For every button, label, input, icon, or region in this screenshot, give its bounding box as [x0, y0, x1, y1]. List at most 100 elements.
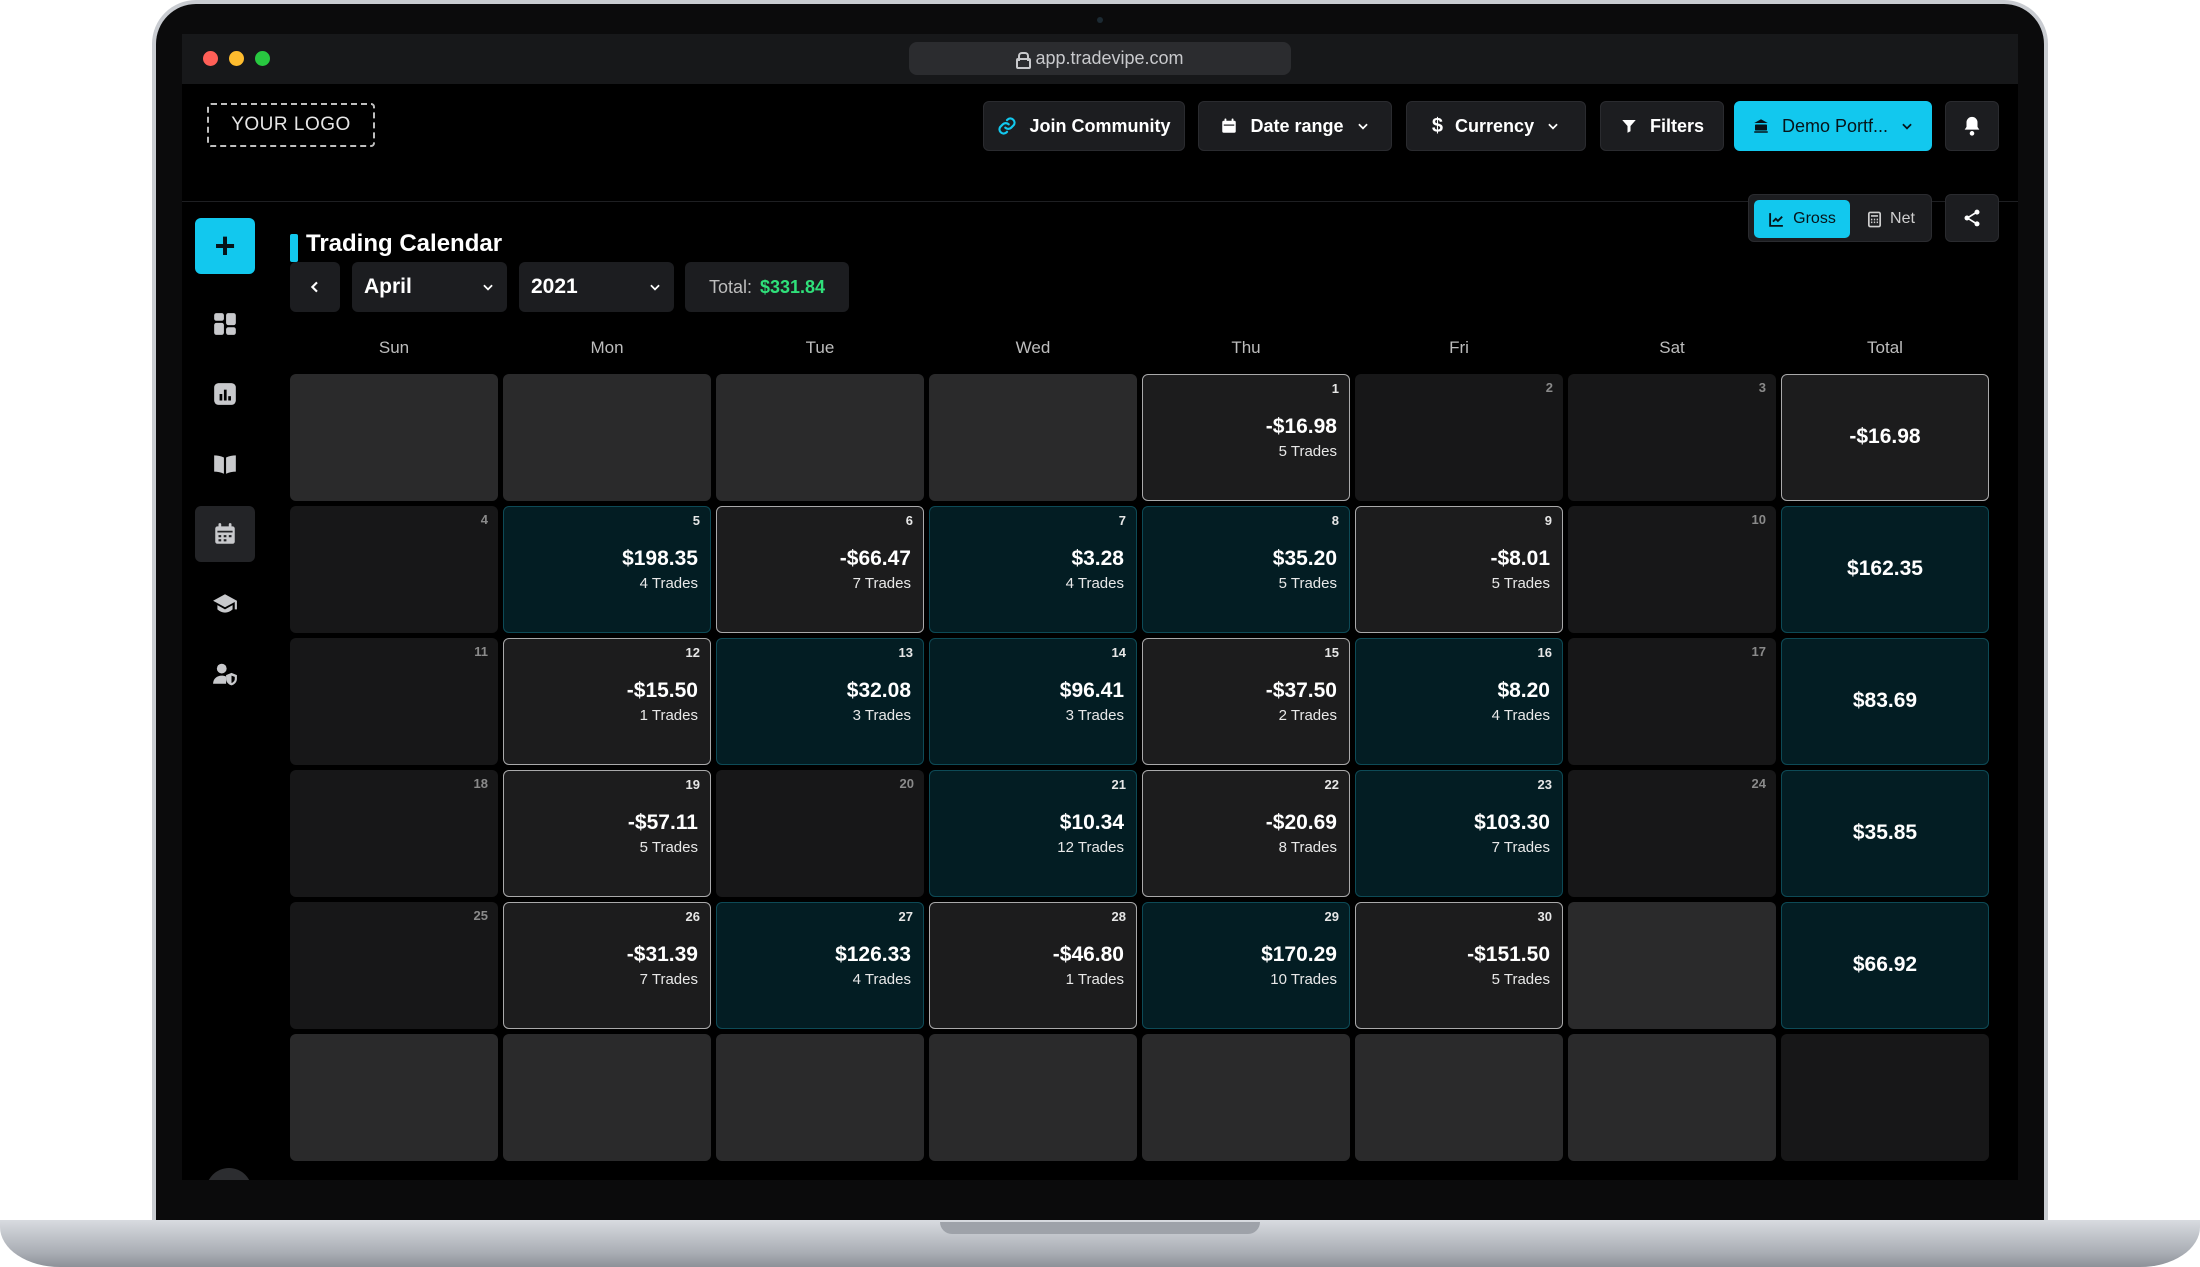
- day-cell: [1568, 1034, 1776, 1161]
- notifications-button[interactable]: [1945, 101, 1999, 151]
- day-pnl: -$31.39: [626, 943, 698, 966]
- previous-month-button[interactable]: [290, 262, 340, 312]
- day-cell: [503, 1034, 711, 1161]
- day-cell[interactable]: 20: [716, 770, 924, 897]
- sidebar-item-dashboard[interactable]: [195, 296, 255, 352]
- sidebar-item-calendar[interactable]: [195, 506, 255, 562]
- day-cell[interactable]: 12 -$15.50 1 Trades: [503, 638, 711, 765]
- day-cell[interactable]: 22 -$20.69 8 Trades: [1142, 770, 1350, 897]
- day-cell[interactable]: 27 $126.33 4 Trades: [716, 902, 924, 1029]
- day-trade-count: 5 Trades: [1491, 575, 1550, 592]
- day-cell[interactable]: 14 $96.41 3 Trades: [929, 638, 1137, 765]
- day-cell: [1568, 902, 1776, 1029]
- sidebar-item-journal[interactable]: [195, 436, 255, 492]
- lock-icon: [1016, 52, 1032, 69]
- join-community-button[interactable]: Join Community: [983, 101, 1185, 151]
- screen: app.tradevipe.com YOUR LOGO Join Communi…: [182, 34, 2018, 1180]
- currency-dropdown[interactable]: $ Currency: [1406, 101, 1586, 151]
- day-cell: [716, 374, 924, 501]
- total-label: Total:: [708, 276, 752, 297]
- day-cell[interactable]: 18: [290, 770, 498, 897]
- day-cell[interactable]: 1 -$16.98 5 Trades: [1142, 374, 1350, 501]
- week-total-cell: $35.85: [1781, 770, 1989, 897]
- day-number: 22: [1324, 777, 1339, 792]
- day-cell[interactable]: 23 $103.30 7 Trades: [1355, 770, 1563, 897]
- day-cell[interactable]: 29 $170.29 10 Trades: [1142, 902, 1350, 1029]
- calculator-icon: [1868, 211, 1882, 227]
- day-cell[interactable]: 19 -$57.11 5 Trades: [503, 770, 711, 897]
- user-avatar[interactable]: S: [206, 1168, 252, 1180]
- address-bar[interactable]: app.tradevipe.com: [909, 42, 1291, 75]
- day-cell[interactable]: 17: [1568, 638, 1776, 765]
- day-cell[interactable]: 7 $3.28 4 Trades: [929, 506, 1137, 633]
- day-trade-count: 7 Trades: [852, 575, 911, 592]
- weekday-wed: Wed: [1015, 338, 1051, 357]
- gross-toggle-option[interactable]: Gross: [1754, 200, 1850, 238]
- share-button[interactable]: [1945, 194, 1999, 242]
- day-cell[interactable]: 11: [290, 638, 498, 765]
- day-trade-count: 3 Trades: [852, 707, 911, 724]
- logo[interactable]: YOUR LOGO: [207, 103, 375, 147]
- day-cell[interactable]: 10: [1568, 506, 1776, 633]
- day-cell[interactable]: 16 $8.20 4 Trades: [1355, 638, 1563, 765]
- month-select[interactable]: April: [352, 262, 507, 312]
- day-number: 11: [474, 644, 488, 659]
- day-number: 8: [1331, 513, 1339, 528]
- day-pnl: $35.20: [1272, 547, 1337, 570]
- day-number: 2: [1545, 380, 1553, 395]
- day-trade-count: 4 Trades: [852, 971, 911, 988]
- day-cell[interactable]: 28 -$46.80 1 Trades: [929, 902, 1137, 1029]
- day-pnl: -$66.47: [839, 547, 911, 570]
- day-number: 20: [899, 776, 914, 791]
- net-label: Net: [1890, 210, 1915, 227]
- weekday-mon: Mon: [590, 338, 624, 357]
- filters-label: Filters: [1649, 115, 1705, 136]
- portfolio-dropdown[interactable]: Demo Portf...: [1734, 101, 1932, 151]
- day-trade-count: 8 Trades: [1278, 839, 1337, 856]
- close-window-button[interactable]: [203, 51, 218, 66]
- day-cell[interactable]: 24: [1568, 770, 1776, 897]
- day-cell[interactable]: 8 $35.20 5 Trades: [1142, 506, 1350, 633]
- day-cell[interactable]: 4: [290, 506, 498, 633]
- day-cell[interactable]: 13 $32.08 3 Trades: [716, 638, 924, 765]
- dashboard-icon: [214, 313, 236, 335]
- date-range-label: Date range: [1250, 115, 1344, 136]
- calendar-icon: [1222, 118, 1237, 133]
- portfolio-icon: [1754, 119, 1768, 133]
- line-chart-icon: [1769, 212, 1784, 227]
- day-number: 30: [1537, 909, 1552, 924]
- link-icon: [998, 117, 1017, 135]
- day-pnl: -$8.01: [1490, 547, 1550, 570]
- day-cell[interactable]: 15 -$37.50 2 Trades: [1142, 638, 1350, 765]
- day-number: 21: [1111, 777, 1126, 792]
- app-header: YOUR LOGO Join Community Date range $ Cu…: [182, 84, 2018, 202]
- day-cell[interactable]: 6 -$66.47 7 Trades: [716, 506, 924, 633]
- portfolio-label: Demo Portf...: [1781, 115, 1889, 136]
- day-trade-count: 5 Trades: [1278, 575, 1337, 592]
- day-cell[interactable]: 30 -$151.50 5 Trades: [1355, 902, 1563, 1029]
- date-range-dropdown[interactable]: Date range: [1198, 101, 1392, 151]
- day-pnl: -$57.11: [627, 811, 698, 834]
- weekday-total: Total: [1867, 338, 1903, 357]
- maximize-window-button[interactable]: [255, 51, 270, 66]
- year-select[interactable]: 2021: [519, 262, 674, 312]
- day-cell[interactable]: 9 -$8.01 5 Trades: [1355, 506, 1563, 633]
- net-toggle-option[interactable]: Net: [1855, 200, 1927, 238]
- day-cell[interactable]: 25: [290, 902, 498, 1029]
- sidebar-item-reports[interactable]: [195, 366, 255, 422]
- minimize-window-button[interactable]: [229, 51, 244, 66]
- reports-icon: [214, 383, 236, 405]
- month-value: April: [364, 275, 412, 298]
- day-number: 26: [685, 909, 700, 924]
- day-cell[interactable]: 5 $198.35 4 Trades: [503, 506, 711, 633]
- sidebar-item-education[interactable]: [195, 576, 255, 632]
- day-cell[interactable]: 3: [1568, 374, 1776, 501]
- day-cell[interactable]: 21 $10.34 12 Trades: [929, 770, 1137, 897]
- add-button[interactable]: +: [195, 218, 255, 274]
- day-cell[interactable]: 2: [1355, 374, 1563, 501]
- filters-button[interactable]: Filters: [1600, 101, 1724, 151]
- sidebar-item-accounts[interactable]: [195, 646, 255, 702]
- day-number: 7: [1118, 513, 1126, 528]
- day-cell[interactable]: 26 -$31.39 7 Trades: [503, 902, 711, 1029]
- gross-net-toggle: Gross Net: [1748, 194, 1932, 242]
